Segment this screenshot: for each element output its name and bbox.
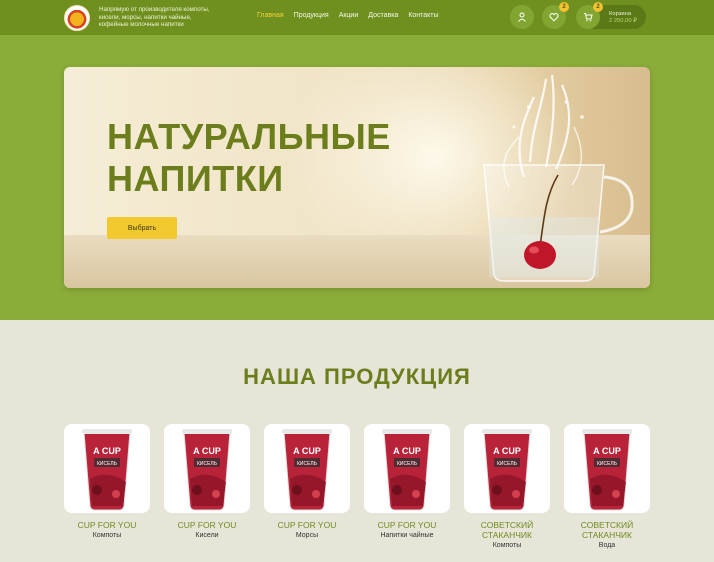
favorites-button[interactable]: 2 (542, 2, 569, 29)
cup-product-image: A CUP КИСЕЛЬ (182, 429, 232, 511)
product-card[interactable]: A CUP КИСЕЛЬ CUP FOR YOU Морсы (264, 424, 350, 540)
heart-icon (549, 13, 559, 22)
cart-button[interactable]: 2 Корзина 2 250,00 ₽ (576, 2, 646, 29)
nav-item-products[interactable]: Продукция (294, 12, 329, 19)
cup-type-label: КИСЕЛЬ (397, 461, 418, 467)
hero-title: НАТУРАЛЬНЫЕ НАПИТКИ (107, 116, 391, 200)
header-tagline: Напрямую от производителя компоты, кисел… (99, 6, 210, 28)
cart-label: Корзина (609, 11, 632, 17)
product-image[interactable]: A CUP КИСЕЛЬ (464, 424, 550, 513)
cup-type-label: КИСЕЛЬ (197, 461, 218, 467)
nav-item-contacts[interactable]: Контакты (408, 12, 438, 19)
user-icon (518, 12, 526, 22)
product-name[interactable]: CUP FOR YOU (264, 520, 350, 530)
product-card[interactable]: A CUP КИСЕЛЬ СОВЕТСКИЙ СТАКАНЧИК Вода (564, 424, 650, 550)
cup-brand-label: A CUP (293, 446, 321, 456)
cup-brand-label: A CUP (493, 446, 521, 456)
choose-button[interactable]: Выбрать (107, 217, 177, 239)
cup-product-image: A CUP КИСЕЛЬ (482, 429, 532, 511)
main-nav: Главная Продукция Акции Доставка Контакт… (257, 12, 439, 19)
hero-title-line1: НАТУРАЛЬНЫЕ (107, 116, 391, 157)
cup-type-label: КИСЕЛЬ (297, 461, 318, 467)
product-category: Компоты (492, 542, 522, 549)
products-section-title: НАША ПРОДУКЦИЯ (243, 364, 471, 389)
cherry-glass-illustration (483, 74, 634, 282)
product-card[interactable]: A CUP КИСЕЛЬ СОВЕТСКИЙ СТАКАНЧИК Компоты (464, 424, 550, 550)
product-name[interactable]: CUP FOR YOU (364, 520, 450, 530)
product-image[interactable]: A CUP КИСЕЛЬ (564, 424, 650, 513)
cup-type-label: КИСЕЛЬ (497, 461, 518, 467)
cart-icon (584, 13, 593, 22)
product-category: Кисели (195, 532, 219, 539)
product-image[interactable]: A CUP КИСЕЛЬ (364, 424, 450, 513)
product-category: Вода (598, 542, 616, 549)
cart-sum: 2 250,00 ₽ (609, 18, 637, 24)
product-name[interactable]: CUP FOR YOU (64, 520, 150, 530)
product-card[interactable]: A CUP КИСЕЛЬ CUP FOR YOU Компоты (64, 424, 150, 540)
product-name[interactable]: СОВЕТСКИЙ СТАКАНЧИК (564, 520, 650, 540)
cart-count-badge: 2 (593, 2, 603, 12)
product-name[interactable]: СОВЕТСКИЙ СТАКАНЧИК (464, 520, 550, 540)
site-header: Напрямую от производителя компоты, кисел… (0, 0, 714, 35)
nav-item-home[interactable]: Главная (257, 12, 284, 19)
hero-title-line2: НАПИТКИ (107, 158, 284, 199)
product-card[interactable]: A CUP КИСЕЛЬ CUP FOR YOU Напитки чайные (364, 424, 450, 540)
favorites-count-badge: 2 (559, 2, 569, 12)
account-button[interactable] (510, 5, 534, 29)
product-category: Напитки чайные (380, 532, 434, 539)
product-image[interactable]: A CUP КИСЕЛЬ (164, 424, 250, 513)
cup-product-image: A CUP КИСЕЛЬ (282, 429, 332, 511)
cup-brand-label: A CUP (593, 446, 621, 456)
hero-band: НАТУРАЛЬНЫЕ НАПИТКИ Выбрать (0, 35, 714, 320)
product-name[interactable]: CUP FOR YOU (164, 520, 250, 530)
hero-banner: НАТУРАЛЬНЫЕ НАПИТКИ Выбрать (64, 67, 650, 288)
product-card[interactable]: A CUP КИСЕЛЬ CUP FOR YOU Кисели (164, 424, 250, 540)
cart-summary: Корзина 2 250,00 ₽ (609, 11, 637, 25)
cup-product-image: A CUP КИСЕЛЬ (582, 429, 632, 511)
brand-logo[interactable] (64, 5, 90, 31)
cup-type-label: КИСЕЛЬ (597, 461, 618, 467)
cup-brand-label: A CUP (93, 446, 121, 456)
cart-icon-wrap: 2 (576, 2, 603, 29)
cup-product-image: A CUP КИСЕЛЬ (82, 429, 132, 511)
product-category: Морсы (295, 532, 319, 539)
cup-brand-label: A CUP (393, 446, 421, 456)
cup-brand-label: A CUP (193, 446, 221, 456)
cup-product-image: A CUP КИСЕЛЬ (382, 429, 432, 511)
nav-item-promotions[interactable]: Акции (339, 12, 359, 19)
product-image[interactable]: A CUP КИСЕЛЬ (264, 424, 350, 513)
product-category: Компоты (92, 532, 122, 539)
nav-item-delivery[interactable]: Доставка (368, 12, 398, 19)
product-image[interactable]: A CUP КИСЕЛЬ (64, 424, 150, 513)
cup-type-label: КИСЕЛЬ (97, 461, 118, 467)
